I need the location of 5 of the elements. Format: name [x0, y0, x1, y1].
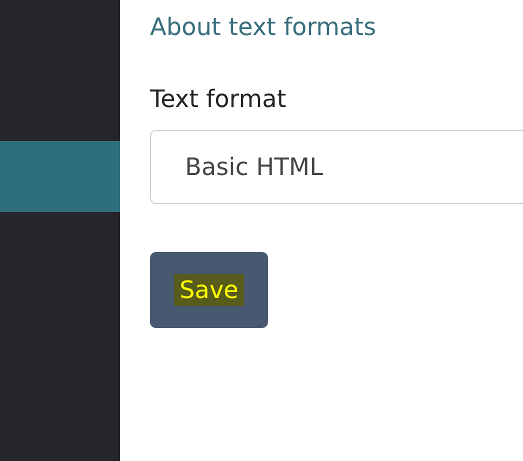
field-label: Text format [150, 84, 286, 115]
text-format-select[interactable]: Basic HTML [150, 130, 523, 204]
save-button[interactable]: Save [150, 252, 268, 328]
help-link[interactable]: About text formats [150, 10, 376, 44]
sidebar-item[interactable] [0, 141, 120, 212]
